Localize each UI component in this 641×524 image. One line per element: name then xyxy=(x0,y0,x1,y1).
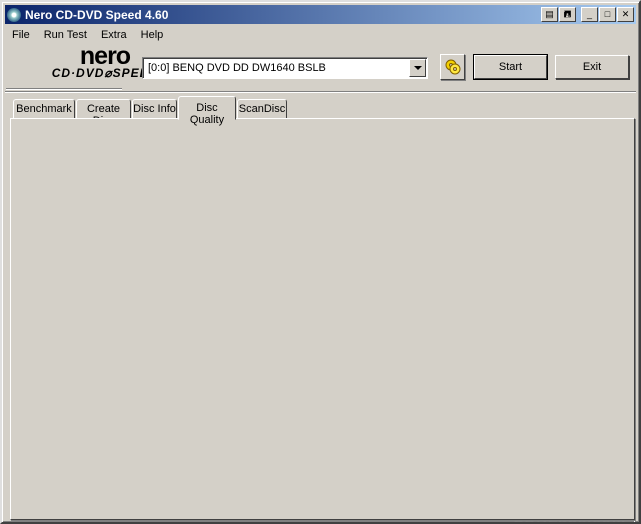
tab-page xyxy=(10,118,635,520)
save-icon[interactable]: 🖪 xyxy=(559,7,576,22)
app-window: Nero CD-DVD Speed 4.60 ▤ 🖪 _ □ ✕ File Ru… xyxy=(0,0,641,524)
menu-file[interactable]: File xyxy=(5,27,37,43)
tab-disc-quality[interactable]: Disc Quality xyxy=(178,96,236,126)
drive-select-arrow[interactable] xyxy=(409,59,426,77)
menu-run-test[interactable]: Run Test xyxy=(37,27,94,43)
drive-select[interactable]: [0:0] BENQ DVD DD DW1640 BSLB xyxy=(142,57,428,79)
close-button[interactable]: ✕ xyxy=(617,7,634,22)
disc-info-button[interactable] xyxy=(440,54,465,80)
minimize-button[interactable]: _ xyxy=(581,7,598,22)
app-icon xyxy=(7,7,21,22)
menu-extra[interactable]: Extra xyxy=(94,27,134,43)
report-icon[interactable]: ▤ xyxy=(541,7,558,22)
window-title: Nero CD-DVD Speed 4.60 xyxy=(25,7,169,22)
tab-create-disc[interactable]: Create Disc xyxy=(76,99,131,127)
toolbar-separator xyxy=(5,91,636,93)
maximize-button[interactable]: □ xyxy=(599,7,616,22)
chevron-down-icon xyxy=(413,66,422,70)
exit-button[interactable]: Exit xyxy=(555,55,629,79)
discs-icon xyxy=(445,59,460,75)
start-button[interactable]: Start xyxy=(473,54,548,80)
title-bar: Nero CD-DVD Speed 4.60 ▤ 🖪 _ □ ✕ xyxy=(5,5,636,24)
logo-underline xyxy=(6,88,122,90)
tab-disc-info[interactable]: Disc Info xyxy=(132,99,177,119)
drive-select-value: [0:0] BENQ DVD DD DW1640 BSLB xyxy=(148,62,326,74)
tab-scandisc[interactable]: ScanDisc xyxy=(237,99,287,119)
menu-help[interactable]: Help xyxy=(134,27,171,43)
tab-benchmark[interactable]: Benchmark xyxy=(13,99,75,119)
